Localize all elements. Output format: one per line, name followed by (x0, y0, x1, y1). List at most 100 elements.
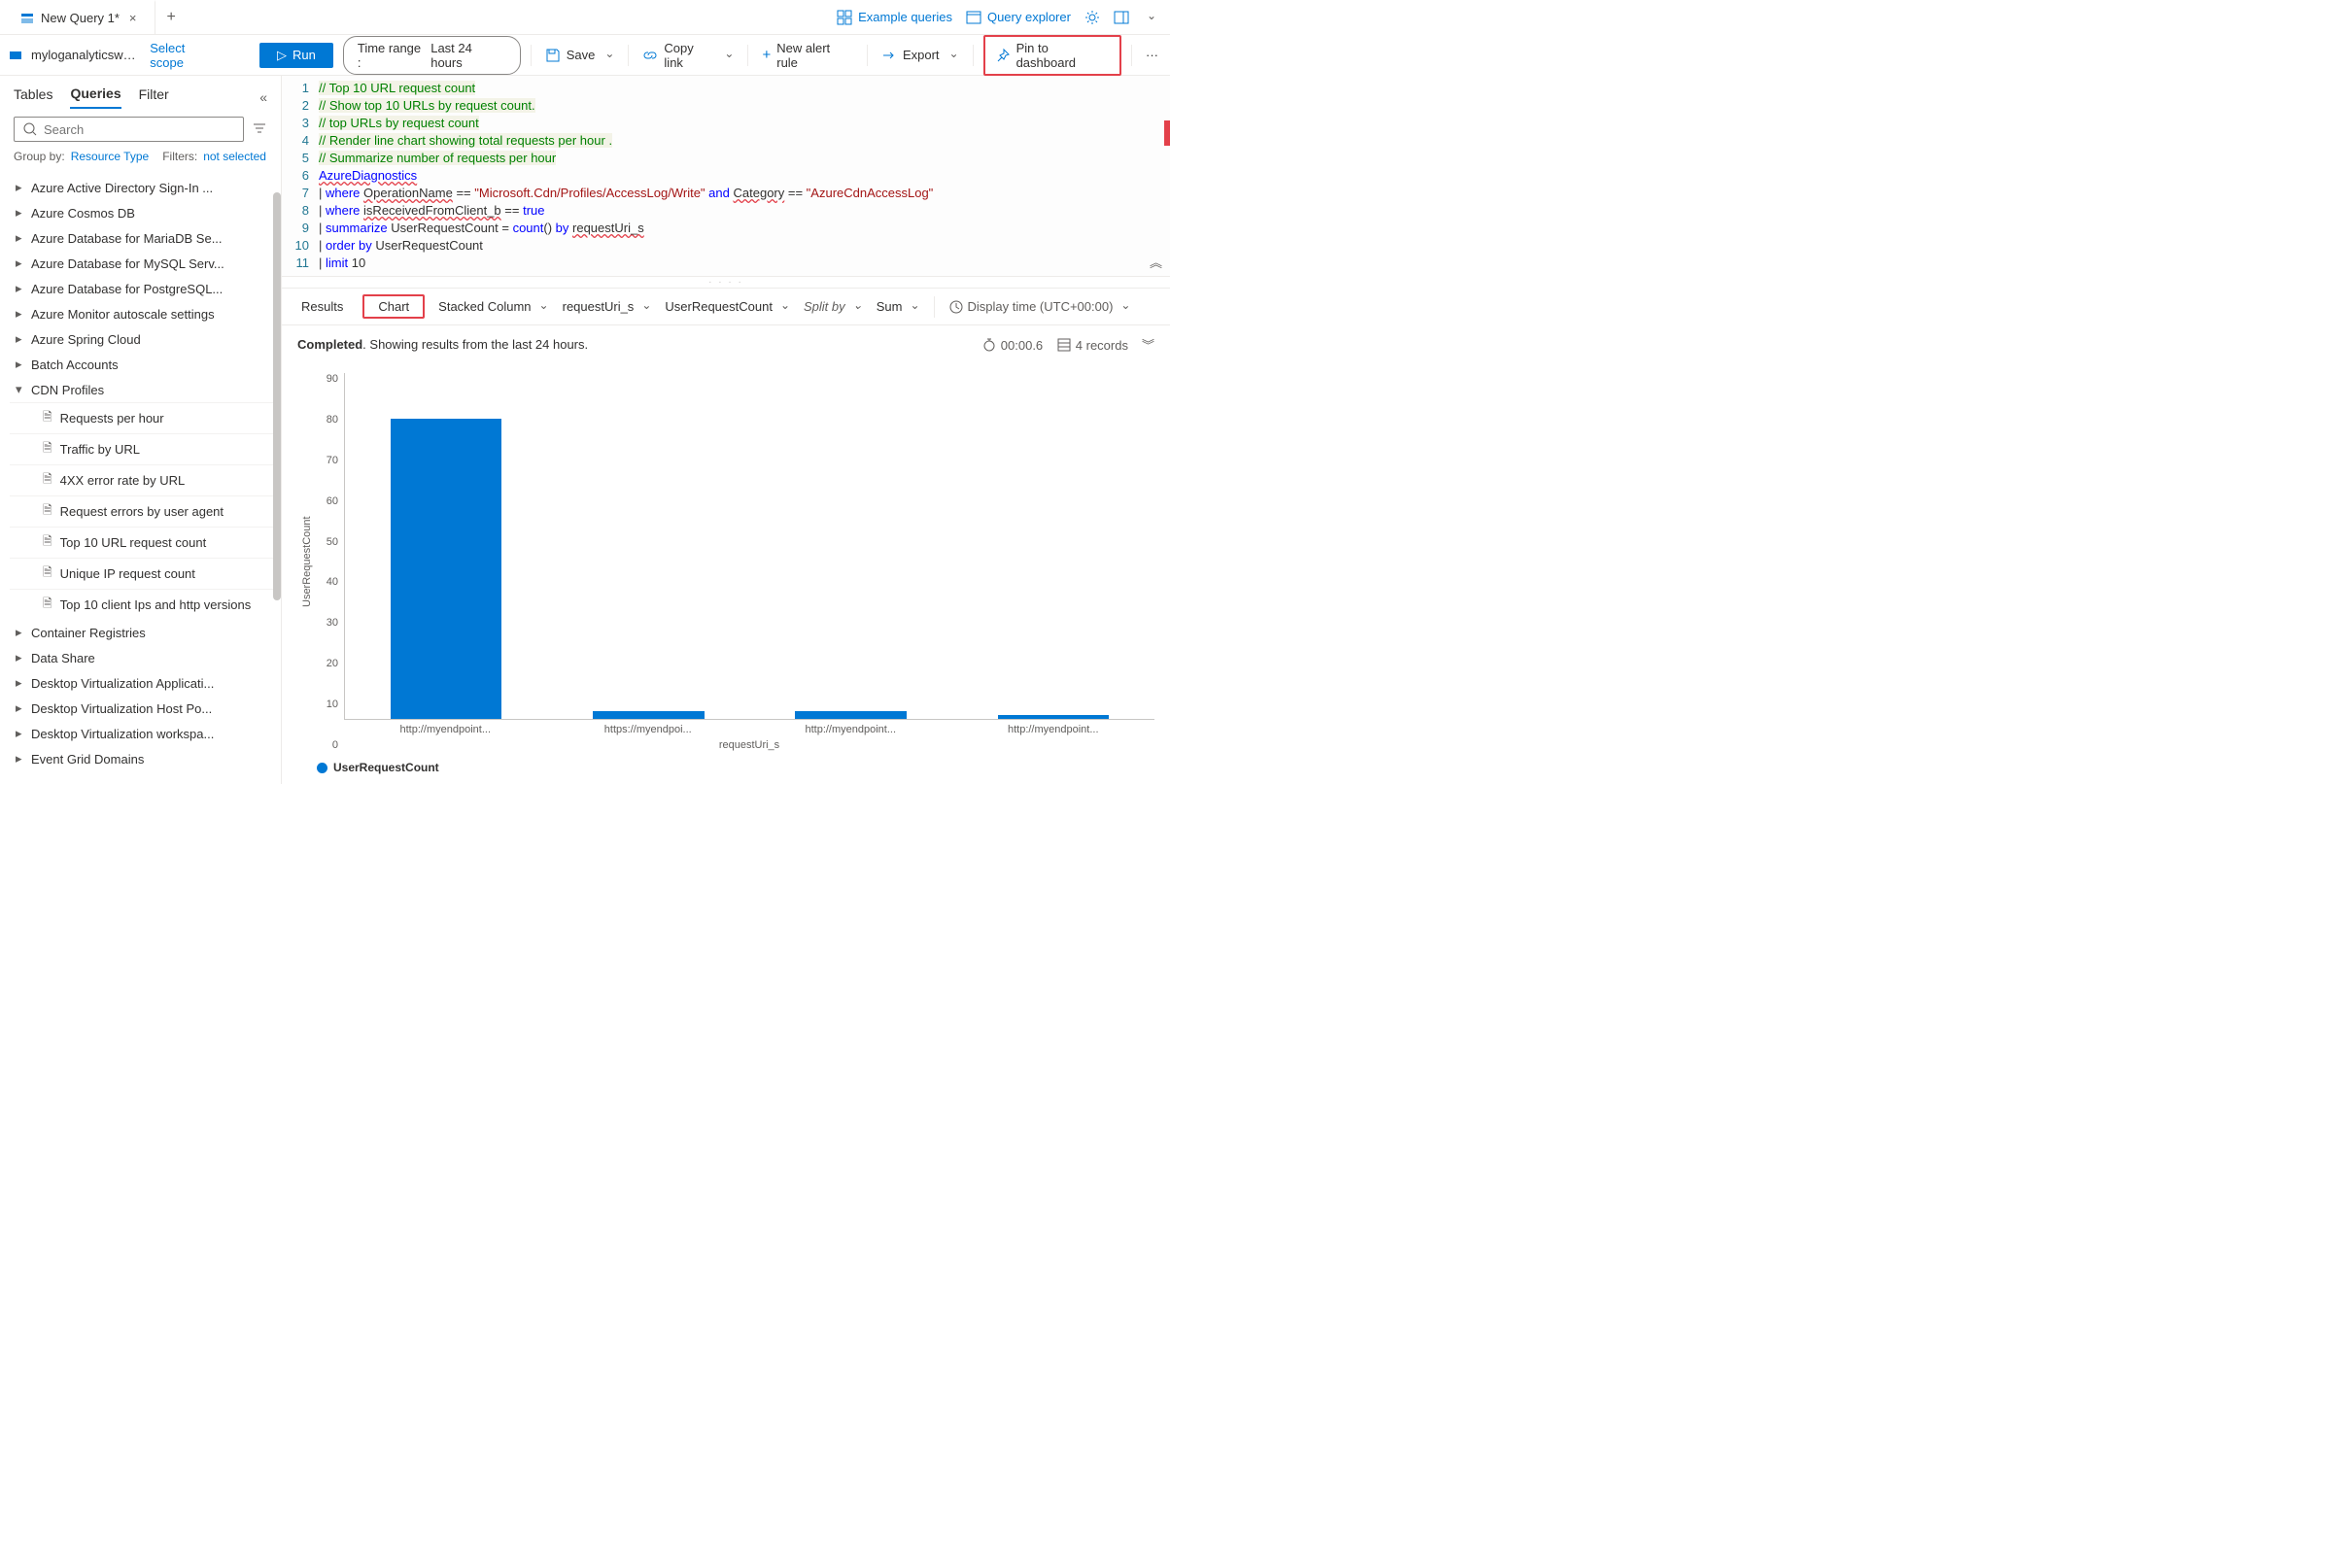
document-icon: 🗎 (43, 595, 52, 615)
tree-node[interactable]: ▸Azure Database for MariaDB Se... (10, 225, 275, 251)
tab-queries[interactable]: Queries (70, 85, 120, 109)
select-scope-link[interactable]: Select scope (150, 41, 221, 70)
chart-tab[interactable]: Chart (362, 294, 425, 319)
workspace-icon (8, 48, 23, 63)
tree-leaf[interactable]: 🗎Top 10 client Ips and http versions (10, 589, 275, 620)
tree-node[interactable]: ▸Azure Monitor autoscale settings (10, 301, 275, 326)
bar-slot (345, 373, 547, 719)
tree-node[interactable]: ▸Desktop Virtualization Host Po... (10, 696, 275, 721)
resize-handle[interactable]: · · · · (282, 277, 1170, 289)
tab-title: New Query 1* (41, 11, 120, 25)
example-queries-link[interactable]: Example queries (837, 10, 952, 25)
expand-results-icon[interactable]: ︾ (1142, 335, 1154, 354)
tab-filter[interactable]: Filter (139, 86, 169, 108)
tree-node[interactable]: ▸Container Registries (10, 620, 275, 645)
pin-to-dashboard-button[interactable]: Pin to dashboard (983, 35, 1121, 76)
results-toolbar: Results Chart Stacked Column requestUri_… (282, 289, 1170, 325)
copy-link-button[interactable]: Copy link (638, 37, 738, 74)
toolbar: myloganalyticswor... Select scope ▷ Run … (0, 35, 1170, 76)
search-icon (22, 121, 38, 137)
collapse-sidebar-icon[interactable]: « (259, 89, 267, 105)
y-axis-label: UserRequestCount (297, 373, 317, 751)
chevron-down-icon[interactable] (1143, 10, 1156, 24)
bar[interactable] (391, 419, 502, 719)
tree-node[interactable]: ▸Azure Spring Cloud (10, 326, 275, 352)
run-button[interactable]: ▷ Run (259, 43, 333, 68)
time-range-selector[interactable]: Time range : Last 24 hours (343, 36, 521, 75)
x-axis-label: requestUri_s (344, 735, 1154, 751)
x-field-dropdown[interactable]: requestUri_s (563, 299, 652, 314)
x-axis-labels: http://myendpoint...https://myendpoi...h… (344, 720, 1154, 735)
legend-label: UserRequestCount (333, 761, 439, 774)
sort-icon[interactable] (252, 120, 267, 139)
link-icon (642, 48, 658, 63)
tree-node[interactable]: ▸Azure Database for MySQL Serv... (10, 251, 275, 276)
document-icon: 🗎 (43, 470, 52, 491)
document-icon: 🗎 (43, 563, 52, 584)
new-alert-button[interactable]: + New alert rule (758, 37, 857, 74)
save-button[interactable]: Save (541, 44, 619, 67)
tree-node[interactable]: ▸Event Grid Domains (10, 746, 275, 771)
tree-leaf[interactable]: 🗎Request errors by user agent (10, 495, 275, 527)
query-explorer-link[interactable]: Query explorer (966, 10, 1071, 25)
search-input[interactable] (44, 122, 235, 137)
x-tick-label: http://myendpoint... (344, 720, 547, 735)
pin-icon (995, 48, 1011, 63)
bar[interactable] (593, 711, 705, 719)
tree-node[interactable]: ▸Data Share (10, 645, 275, 670)
collapse-editor-icon[interactable]: ︽ (1150, 255, 1162, 272)
bar-slot (952, 373, 1154, 719)
tab-tables[interactable]: Tables (14, 86, 52, 108)
display-time-dropdown[interactable]: Display time (UTC+00:00) (948, 299, 1131, 315)
workspace-name: myloganalyticswor... (31, 48, 142, 62)
close-icon[interactable]: × (125, 11, 141, 25)
results-tab[interactable]: Results (295, 295, 349, 318)
bar-slot (750, 373, 952, 719)
groupby-value[interactable]: Resource Type (71, 150, 150, 163)
splitby-dropdown[interactable]: Split by (804, 299, 863, 314)
tree-leaf[interactable]: 🗎Unique IP request count (10, 558, 275, 589)
gear-icon[interactable] (1084, 10, 1100, 25)
bar[interactable] (998, 715, 1110, 719)
tree-node-expanded[interactable]: ▾CDN Profiles (10, 377, 275, 402)
tree-node[interactable]: ▸Desktop Virtualization Applicati... (10, 670, 275, 696)
x-tick-label: http://myendpoint... (952, 720, 1155, 735)
tree-node[interactable]: ▸Azure Cosmos DB (10, 200, 275, 225)
tree-leaf[interactable]: 🗎Top 10 URL request count (10, 527, 275, 558)
plus-icon: + (762, 47, 771, 63)
code-editor[interactable]: 1// Top 10 URL request count2// Show top… (282, 76, 1170, 277)
filters-value[interactable]: not selected (203, 150, 266, 163)
error-marker (1164, 120, 1170, 146)
tree-node[interactable]: ▸Azure Database for PostgreSQL... (10, 276, 275, 301)
record-count: 4 records (1056, 337, 1128, 353)
status-bar: Completed. Showing results from the last… (282, 325, 1170, 363)
query-tab-active[interactable]: New Query 1* × (6, 0, 155, 34)
tree-node[interactable]: ▸Azure Active Directory Sign-In ... (10, 175, 275, 200)
stopwatch-icon (981, 337, 997, 353)
filters-label: Filters: (162, 150, 197, 163)
y-field-dropdown[interactable]: UserRequestCount (665, 299, 790, 314)
chart-type-dropdown[interactable]: Stacked Column (438, 299, 548, 314)
bar-plot (344, 373, 1154, 720)
panel-icon[interactable] (1114, 10, 1129, 25)
new-tab-button[interactable]: + (155, 9, 188, 26)
clock-icon (948, 299, 964, 315)
tree-leaf[interactable]: 🗎Traffic by URL (10, 433, 275, 464)
export-button[interactable]: Export (878, 44, 963, 67)
query-tree: ▸Azure Active Directory Sign-In ...▸Azur… (0, 171, 281, 784)
more-button[interactable]: ··· (1142, 44, 1162, 66)
status-completed: Completed (297, 337, 362, 352)
table-icon (1056, 337, 1072, 353)
tree-node[interactable]: ▸Desktop Virtualization workspa... (10, 721, 275, 746)
tree-leaf[interactable]: 🗎Requests per hour (10, 402, 275, 433)
document-icon: 🗎 (43, 532, 52, 553)
grid-icon (837, 10, 852, 25)
scrollbar-thumb[interactable] (273, 192, 281, 600)
status-text: . Showing results from the last 24 hours… (362, 337, 588, 352)
search-box[interactable] (14, 117, 244, 142)
bar[interactable] (795, 711, 907, 719)
groupby-label: Group by: (14, 150, 65, 163)
aggregation-dropdown[interactable]: Sum (877, 299, 920, 314)
tree-node[interactable]: ▸Batch Accounts (10, 352, 275, 377)
tree-leaf[interactable]: 🗎4XX error rate by URL (10, 464, 275, 495)
